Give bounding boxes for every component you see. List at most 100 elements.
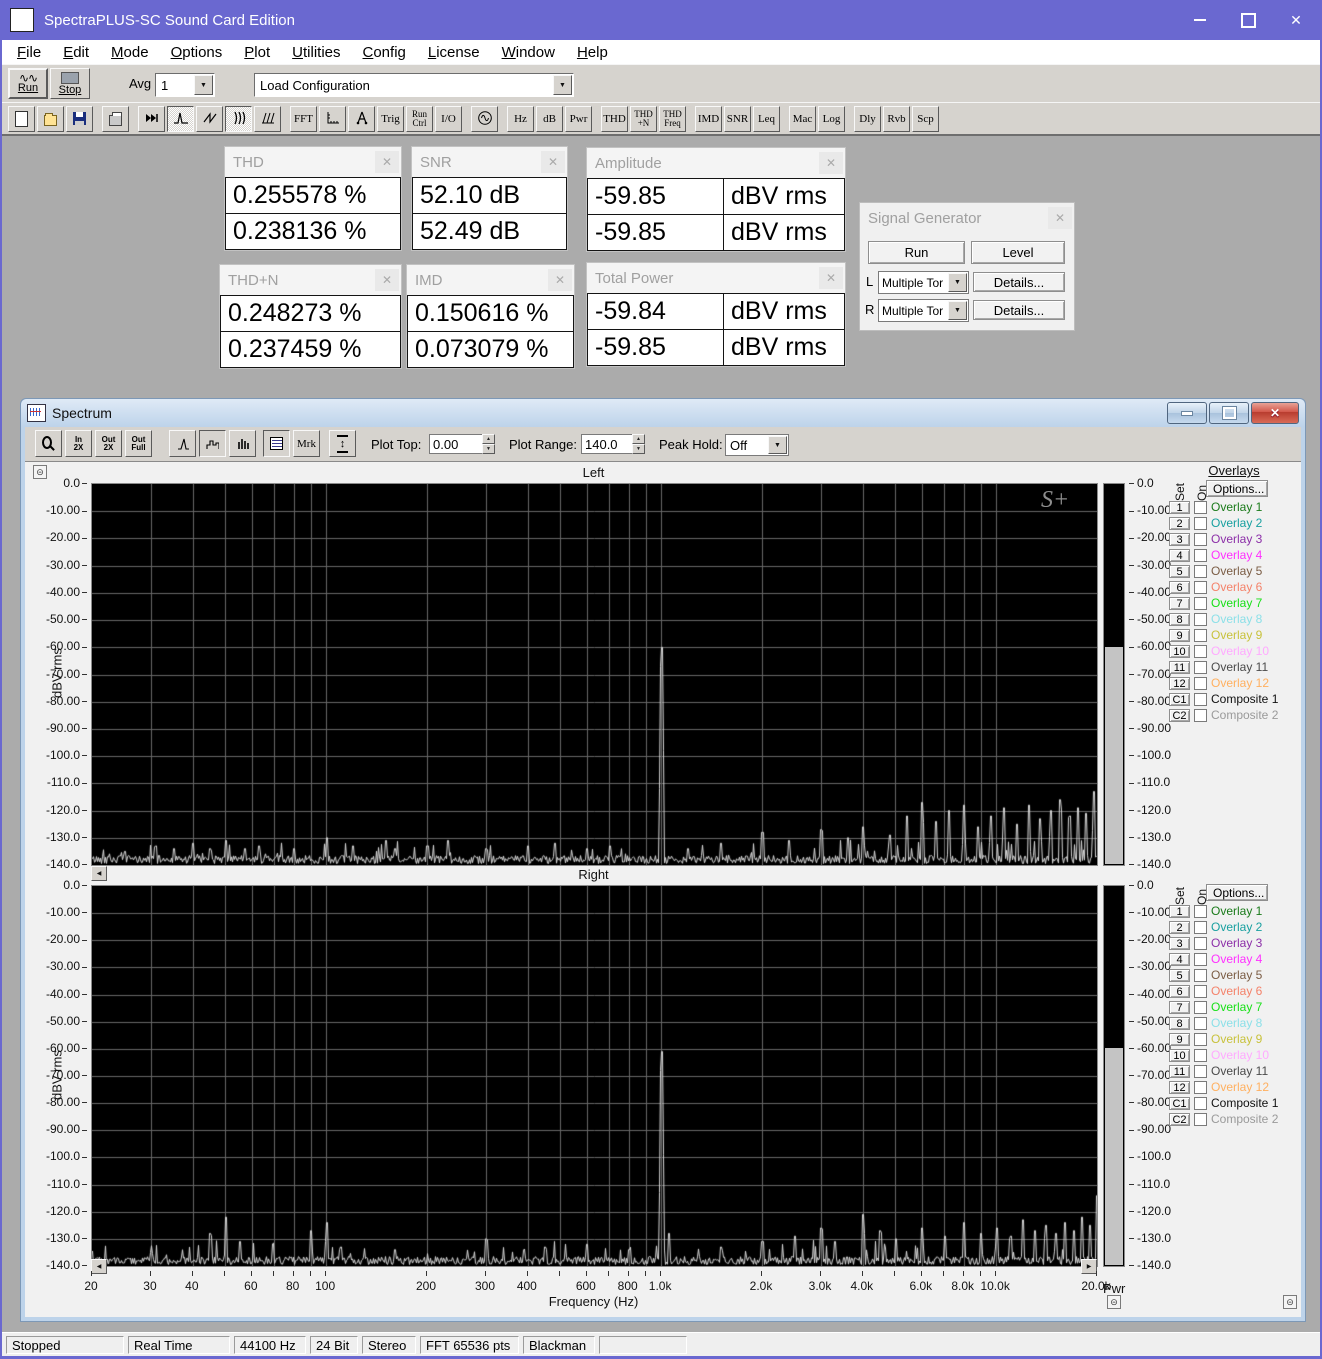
scale-settings-button[interactable] (319, 105, 346, 132)
overlay-on-checkbox-9[interactable] (1194, 1033, 1207, 1046)
close-icon[interactable]: ✕ (375, 151, 399, 173)
plot-top-spinner[interactable]: ▲ ▼ (482, 434, 495, 454)
overlay-on-checkbox-c2[interactable] (1194, 1113, 1207, 1126)
overlay-on-checkbox-5[interactable] (1194, 969, 1207, 982)
overlay-on-checkbox-2[interactable] (1194, 517, 1207, 530)
overlay-on-checkbox-9[interactable] (1194, 629, 1207, 642)
overlay-on-checkbox-8[interactable] (1194, 613, 1207, 626)
bar-plot-button[interactable] (229, 430, 256, 457)
log-button[interactable]: Log (818, 105, 845, 132)
overlay-on-checkbox-4[interactable] (1194, 549, 1207, 562)
new-file-button[interactable] (8, 105, 35, 132)
overlay-set-button-3[interactable]: 3 (1169, 533, 1190, 546)
menu-file[interactable]: File (6, 42, 52, 63)
overlay-on-checkbox-1[interactable] (1194, 905, 1207, 918)
peak-hold-dropdown[interactable]: Off ▼ (725, 434, 789, 456)
menu-plot[interactable]: Plot (233, 42, 281, 63)
left-waveform-dropdown[interactable]: Multiple Tor ▼ (878, 271, 969, 294)
overlay-set-button-11[interactable]: 11 (1169, 661, 1190, 674)
minimize-button[interactable] (1176, 0, 1224, 40)
overlay-on-checkbox-c1[interactable] (1194, 1097, 1207, 1110)
chevron-down-icon[interactable]: ▼ (553, 75, 572, 95)
overlay-on-checkbox-12[interactable] (1194, 677, 1207, 690)
overlay-on-checkbox-c2[interactable] (1194, 709, 1207, 722)
right-details-button[interactable]: Details... (973, 300, 1065, 320)
close-icon[interactable]: ✕ (819, 267, 843, 289)
dly-button[interactable]: Dly (854, 105, 881, 132)
menu-help[interactable]: Help (566, 42, 619, 63)
calipers-button[interactable] (348, 105, 375, 132)
close-icon[interactable]: ✕ (548, 269, 572, 291)
spectrum-view-button[interactable] (167, 105, 194, 132)
fast-forward-button[interactable] (138, 105, 165, 132)
thd-freq-button[interactable]: THD Freq (659, 105, 686, 132)
overlay-on-checkbox-3[interactable] (1194, 533, 1207, 546)
open-file-button[interactable] (37, 105, 64, 132)
run-control-button[interactable]: Run Ctrl (406, 105, 433, 132)
overlay-set-button-5[interactable]: 5 (1169, 969, 1190, 982)
marker-button[interactable]: Mrk (293, 430, 320, 457)
overlay-on-checkbox-1[interactable] (1194, 501, 1207, 514)
overlay-set-button-8[interactable]: 8 (1169, 613, 1190, 626)
chevron-down-icon[interactable]: ▼ (768, 436, 787, 454)
spinner-up-icon[interactable]: ▲ (632, 434, 645, 444)
plot-range-input[interactable] (581, 434, 635, 454)
right-spectrum-plot[interactable] (91, 885, 1098, 1267)
overlay-set-button-9[interactable]: 9 (1169, 1033, 1190, 1046)
overlay-on-checkbox-5[interactable] (1194, 565, 1207, 578)
fft-settings-button[interactable]: FFT (290, 105, 317, 132)
hz-button[interactable]: Hz (507, 105, 534, 132)
overlay-set-button-9[interactable]: 9 (1169, 629, 1190, 642)
thd-button[interactable]: THD (601, 105, 628, 132)
overlay-on-checkbox-12[interactable] (1194, 1081, 1207, 1094)
zoom-out-full-button[interactable]: Out Full (125, 430, 152, 457)
overlay-on-checkbox-4[interactable] (1194, 953, 1207, 966)
overlay-set-button-10[interactable]: 10 (1169, 1049, 1190, 1062)
spectrum-minimize-button[interactable] (1167, 402, 1207, 424)
generator-run-button[interactable]: Run (868, 241, 965, 264)
menu-mode[interactable]: Mode (100, 42, 160, 63)
print-button[interactable] (102, 105, 129, 132)
menu-utilities[interactable]: Utilities (281, 42, 351, 63)
zoom-out-2x-button[interactable]: Out 2X (95, 430, 122, 457)
surface-view-button[interactable] (254, 105, 281, 132)
overlay-set-button-6[interactable]: 6 (1169, 985, 1190, 998)
spinner-down-icon[interactable]: ▼ (482, 444, 495, 454)
overlay-set-button-7[interactable]: 7 (1169, 1001, 1190, 1014)
overlay-set-button-8[interactable]: 8 (1169, 1017, 1190, 1030)
overlay-on-checkbox-6[interactable] (1194, 581, 1207, 594)
overlay-set-button-4[interactable]: 4 (1169, 953, 1190, 966)
spectrogram-view-button[interactable] (225, 105, 252, 132)
close-button[interactable]: ✕ (1272, 0, 1320, 40)
overlay-options-button[interactable]: Options... (1206, 480, 1268, 497)
overlay-on-checkbox-7[interactable] (1194, 1001, 1207, 1014)
pwr-button[interactable]: Pwr (565, 105, 592, 132)
overlay-set-button-c1[interactable]: C1 (1169, 1097, 1190, 1110)
spectrum-maximize-button[interactable] (1209, 402, 1249, 424)
overlay-on-checkbox-10[interactable] (1194, 645, 1207, 658)
overlay-set-button-1[interactable]: 1 (1169, 501, 1190, 514)
configuration-dropdown[interactable]: Load Configuration ▼ (254, 73, 574, 97)
vertical-range-button[interactable]: ↕ (329, 430, 356, 457)
imd-button[interactable]: IMD (695, 105, 722, 132)
stop-button[interactable]: Stop (50, 68, 90, 99)
spinner-up-icon[interactable]: ▲ (482, 434, 495, 444)
overlay-set-button-1[interactable]: 1 (1169, 905, 1190, 918)
collapse-splitter-icon[interactable]: ⊝ (33, 465, 47, 479)
overlay-on-checkbox-6[interactable] (1194, 985, 1207, 998)
zoom-button[interactable] (35, 430, 62, 457)
plot-range-spinner[interactable]: ▲ ▼ (632, 434, 645, 454)
close-icon[interactable]: ✕ (819, 152, 843, 174)
trigger-button[interactable]: Trig (377, 105, 404, 132)
chevron-down-icon[interactable]: ▼ (948, 301, 967, 320)
spectrum-close-button[interactable]: ✕ (1251, 402, 1299, 424)
menu-license[interactable]: License (417, 42, 491, 63)
overlay-set-button-c2[interactable]: C2 (1169, 1113, 1190, 1126)
overlay-set-button-2[interactable]: 2 (1169, 921, 1190, 934)
menu-window[interactable]: Window (491, 42, 566, 63)
overlay-set-button-12[interactable]: 12 (1169, 1081, 1190, 1094)
overlay-set-button-5[interactable]: 5 (1169, 565, 1190, 578)
run-button[interactable]: ∿∿ Run (8, 68, 48, 99)
menu-config[interactable]: Config (352, 42, 417, 63)
signal-generator-button[interactable] (471, 105, 498, 132)
